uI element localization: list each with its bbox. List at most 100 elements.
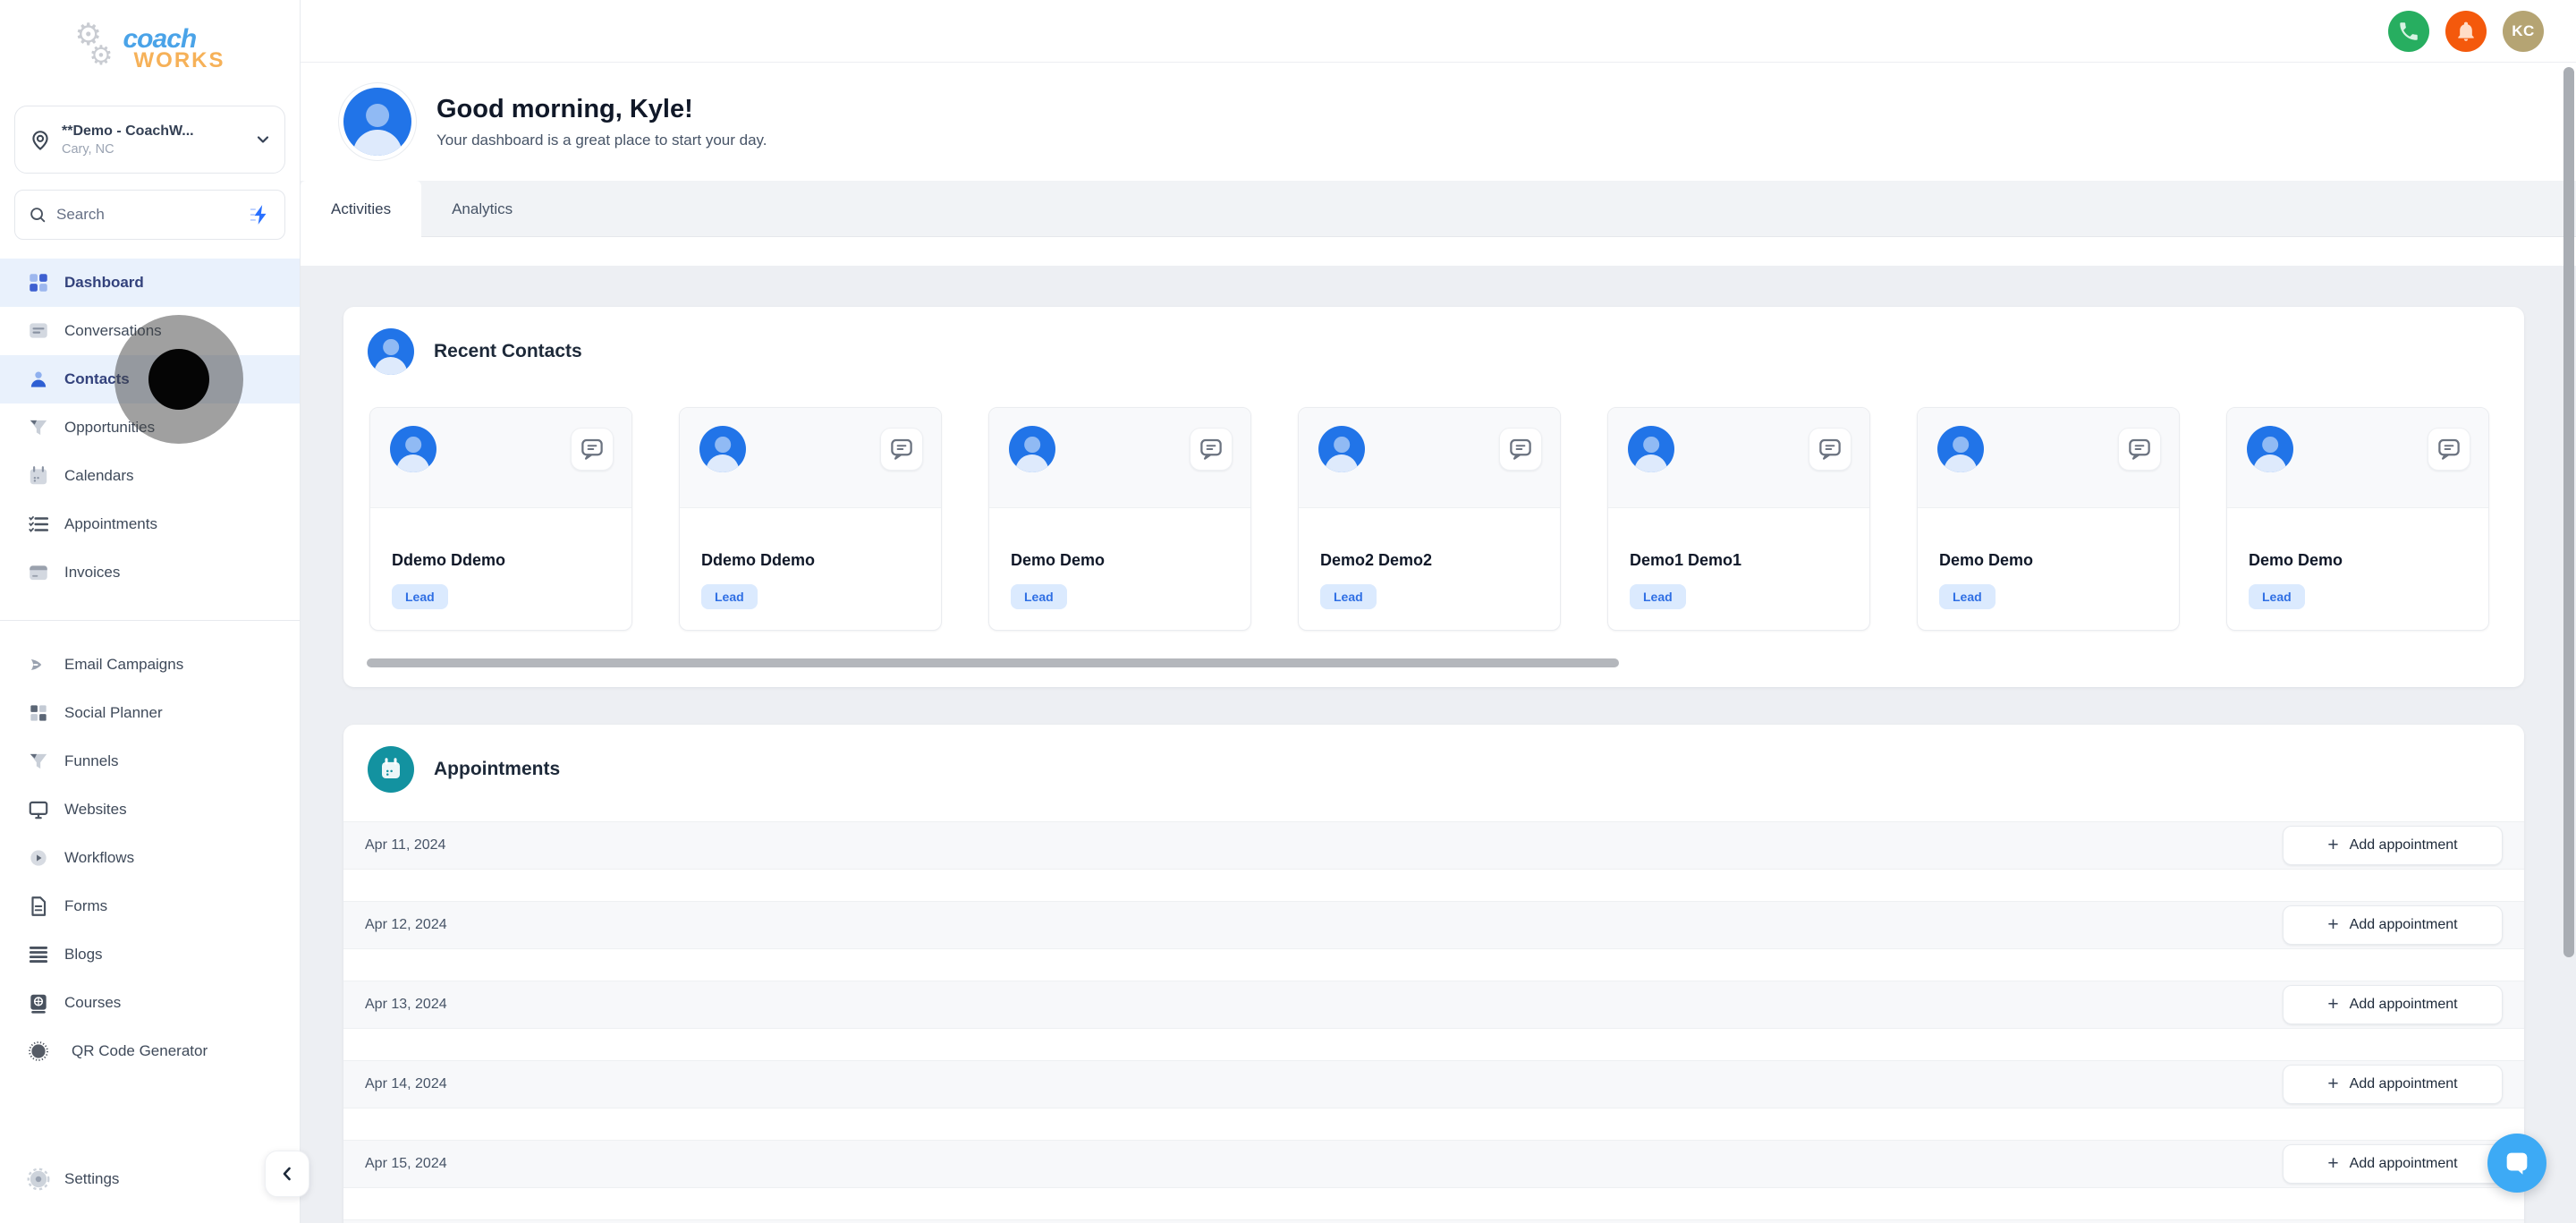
message-contact-button[interactable] bbox=[1499, 428, 1542, 471]
chevron-left-icon bbox=[276, 1163, 298, 1185]
tab-analytics[interactable]: Analytics bbox=[421, 181, 543, 237]
sidebar-item-label: Appointments bbox=[64, 515, 157, 533]
chat-bubble-icon bbox=[888, 436, 915, 463]
plus-icon: + bbox=[2327, 915, 2338, 934]
sidebar-item-label: Funnels bbox=[64, 752, 118, 770]
sidebar-item-contacts[interactable]: Contacts bbox=[0, 355, 300, 403]
appointments-title: Appointments bbox=[434, 759, 560, 780]
status-badge: Lead bbox=[1011, 584, 1067, 609]
sidebar-item-forms[interactable]: Forms bbox=[0, 882, 300, 930]
sidebar-item-conversations[interactable]: Conversations bbox=[0, 307, 300, 355]
contact-card[interactable]: Ddemo Ddemo Lead bbox=[679, 407, 942, 631]
sidebar-item-opportunities[interactable]: Opportunities bbox=[0, 403, 300, 452]
contact-card[interactable]: Demo Demo Lead bbox=[988, 407, 1251, 631]
contact-avatar bbox=[390, 426, 436, 472]
location-name: **Demo - CoachW... bbox=[62, 123, 245, 140]
add-appointment-button[interactable]: +Add appointment bbox=[2283, 985, 2503, 1024]
sidebar-nav: Dashboard Conversations Contacts Opportu… bbox=[0, 259, 300, 1075]
contact-name: Demo2 Demo2 bbox=[1320, 551, 1560, 570]
appointment-date: Apr 15, 2024 bbox=[365, 1156, 447, 1172]
contact-avatar bbox=[1628, 426, 1674, 472]
chat-bubble-icon bbox=[1817, 436, 1843, 463]
appointments-section-icon bbox=[368, 746, 414, 793]
sidebar-item-courses[interactable]: Courses bbox=[0, 979, 300, 1027]
status-badge: Lead bbox=[1939, 584, 1996, 609]
appointment-row: Apr 12, 2024 +Add appointment bbox=[343, 901, 2524, 949]
tabbar-gap bbox=[301, 237, 2576, 266]
gears-icon: ⚙⚙ bbox=[75, 21, 122, 75]
sidebar-item-invoices[interactable]: Invoices bbox=[0, 548, 300, 597]
contact-card[interactable]: Demo Demo Lead bbox=[2226, 407, 2489, 631]
logo-works-text: WORKS bbox=[134, 51, 225, 71]
notifications-button[interactable] bbox=[2445, 11, 2487, 52]
contact-card[interactable]: Demo1 Demo1 Lead bbox=[1607, 407, 1870, 631]
dashboard-content: Recent Contacts Ddemo Ddemo Lead Ddemo D… bbox=[301, 266, 2576, 1223]
message-contact-button[interactable] bbox=[880, 428, 923, 471]
horizontal-scrollbar[interactable] bbox=[367, 658, 1619, 667]
user-initials: KC bbox=[2512, 22, 2535, 40]
appointments-panel: Appointments Apr 11, 2024 +Add appointme… bbox=[343, 725, 2524, 1223]
add-appointment-button[interactable]: +Add appointment bbox=[2283, 826, 2503, 865]
contacts-icon bbox=[27, 368, 50, 391]
contact-avatar bbox=[1009, 426, 1055, 472]
chat-bubble-icon bbox=[1198, 436, 1224, 463]
message-contact-button[interactable] bbox=[2118, 428, 2161, 471]
location-selector[interactable]: **Demo - CoachW... Cary, NC bbox=[14, 106, 285, 174]
main-area: KC Good morning, Kyle! Your dashboard is… bbox=[301, 0, 2576, 1223]
book-globe-icon bbox=[27, 991, 50, 1015]
appointment-row: Apr 11, 2024 +Add appointment bbox=[343, 821, 2524, 870]
conversations-icon bbox=[27, 319, 50, 343]
quick-actions-bolt-icon[interactable] bbox=[249, 203, 272, 226]
sidebar-item-appointments[interactable]: Appointments bbox=[0, 500, 300, 548]
phone-button[interactable] bbox=[2388, 11, 2429, 52]
user-avatar[interactable]: KC bbox=[2503, 11, 2544, 52]
sidebar-collapse-button[interactable] bbox=[265, 1151, 309, 1197]
sidebar-item-calendars[interactable]: Calendars bbox=[0, 452, 300, 500]
contact-name: Ddemo Ddemo bbox=[392, 551, 631, 570]
message-contact-button[interactable] bbox=[1809, 428, 1852, 471]
sidebar-item-funnels[interactable]: Funnels bbox=[0, 737, 300, 786]
status-badge: Lead bbox=[1630, 584, 1686, 609]
vertical-scrollbar[interactable] bbox=[2563, 67, 2574, 957]
sidebar-item-qr-code-generator[interactable]: QR Code Generator bbox=[0, 1027, 300, 1075]
brand-logo: ⚙⚙ coach WORKS bbox=[0, 0, 300, 97]
sidebar-item-blogs[interactable]: Blogs bbox=[0, 930, 300, 979]
chat-widget-icon bbox=[2502, 1148, 2532, 1178]
chat-widget-button[interactable] bbox=[2487, 1134, 2546, 1193]
search-input[interactable] bbox=[56, 206, 240, 224]
message-contact-button[interactable] bbox=[571, 428, 614, 471]
add-appointment-button[interactable]: +Add appointment bbox=[2283, 905, 2503, 945]
appointment-date: Apr 13, 2024 bbox=[365, 997, 447, 1013]
qr-burst-icon bbox=[27, 1040, 50, 1063]
sidebar-item-dashboard[interactable]: Dashboard bbox=[0, 259, 300, 307]
greeting-avatar bbox=[343, 88, 411, 156]
document-icon bbox=[27, 895, 50, 918]
add-appointment-button[interactable]: +Add appointment bbox=[2283, 1144, 2503, 1184]
sidebar-item-workflows[interactable]: Workflows bbox=[0, 834, 300, 882]
greeting-title: Good morning, Kyle! bbox=[436, 95, 767, 124]
topbar: KC bbox=[301, 0, 2576, 63]
message-contact-button[interactable] bbox=[1190, 428, 1233, 471]
contact-avatar bbox=[2247, 426, 2293, 472]
contact-card[interactable]: Ddemo Ddemo Lead bbox=[369, 407, 632, 631]
plus-icon: + bbox=[2327, 1074, 2338, 1093]
greeting-header: Good morning, Kyle! Your dashboard is a … bbox=[301, 63, 2576, 181]
sidebar-item-social-planner[interactable]: Social Planner bbox=[0, 689, 300, 737]
sidebar-item-settings[interactable]: Settings bbox=[0, 1155, 300, 1203]
funnel-icon bbox=[27, 750, 50, 773]
add-appointment-label: Add appointment bbox=[2350, 997, 2458, 1013]
contact-card[interactable]: Demo2 Demo2 Lead bbox=[1298, 407, 1561, 631]
add-appointment-label: Add appointment bbox=[2350, 1156, 2458, 1172]
bell-icon bbox=[2454, 20, 2478, 43]
contact-name: Demo Demo bbox=[1011, 551, 1250, 570]
sidebar-item-websites[interactable]: Websites bbox=[0, 786, 300, 834]
monitor-icon bbox=[27, 798, 50, 821]
sidebar-item-label: Conversations bbox=[64, 322, 162, 340]
add-appointment-button[interactable]: +Add appointment bbox=[2283, 1065, 2503, 1104]
gear-icon bbox=[27, 1168, 50, 1191]
message-contact-button[interactable] bbox=[2428, 428, 2470, 471]
sidebar-item-email-campaigns[interactable]: Email Campaigns bbox=[0, 641, 300, 689]
chat-bubble-icon bbox=[579, 436, 606, 463]
contact-card[interactable]: Demo Demo Lead bbox=[1917, 407, 2180, 631]
tab-activities[interactable]: Activities bbox=[301, 181, 421, 237]
